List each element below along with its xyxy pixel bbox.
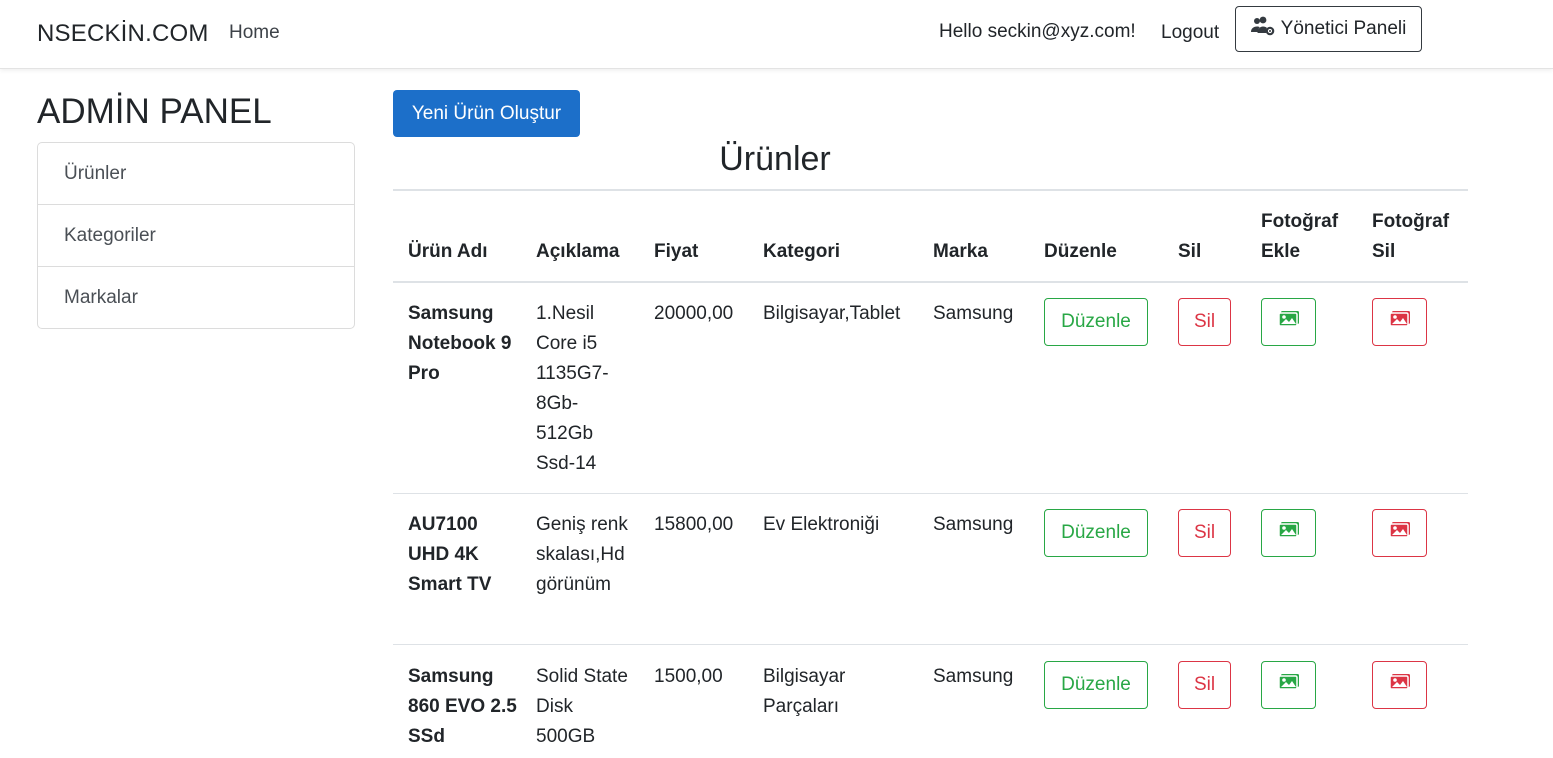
image-icon xyxy=(1277,310,1300,334)
product-name: AU7100 UHD 4K Smart TV xyxy=(408,514,492,595)
column-header-add-photo: Fotoğraf Ekle xyxy=(1261,211,1339,262)
product-price: 20000,00 xyxy=(654,303,734,324)
row-divider xyxy=(393,493,1468,494)
column-header-delete: Sil xyxy=(1178,241,1202,262)
new-product-button[interactable]: Yeni Ürün Oluştur xyxy=(393,90,580,137)
sidebar-item-urunler[interactable]: Ürünler xyxy=(38,143,354,205)
image-icon xyxy=(1388,521,1411,545)
navbar: NSECKİN.COM Home Hello seckin@xyz.com! L… xyxy=(0,0,1553,69)
delete-photo-button[interactable] xyxy=(1372,661,1427,709)
column-header-edit: Düzenle xyxy=(1044,241,1117,262)
product-price: 1500,00 xyxy=(654,666,723,687)
product-description: Geniş renk skalası,Hd görünüm xyxy=(536,514,628,595)
column-header-description: Açıklama xyxy=(536,241,620,262)
product-name: Samsung Notebook 9 Pro xyxy=(408,303,512,384)
users-cog-icon xyxy=(1250,16,1275,42)
column-header-name: Ürün Adı xyxy=(408,241,488,262)
product-price: 15800,00 xyxy=(654,514,734,535)
column-header-brand: Marka xyxy=(933,241,988,262)
product-brand: Samsung xyxy=(933,666,1014,687)
delete-photo-button[interactable] xyxy=(1372,509,1427,557)
brand-link[interactable]: NSECKİN.COM xyxy=(37,20,209,48)
product-category: Bilgisayar Parçaları xyxy=(763,666,846,717)
product-name: Samsung 860 EVO 2.5 SSd xyxy=(408,666,517,747)
edit-button[interactable]: Düzenle xyxy=(1044,509,1148,557)
add-photo-button[interactable] xyxy=(1261,509,1316,557)
row-divider xyxy=(393,644,1468,645)
edit-button[interactable]: Düzenle xyxy=(1044,298,1148,346)
logout-link[interactable]: Logout xyxy=(1161,22,1219,44)
column-header-price: Fiyat xyxy=(654,241,699,262)
product-category: Bilgisayar,Tablet xyxy=(763,303,901,324)
delete-photo-button[interactable] xyxy=(1372,298,1427,346)
delete-button[interactable]: Sil xyxy=(1178,661,1231,709)
product-brand: Samsung xyxy=(933,514,1014,535)
image-icon xyxy=(1277,673,1300,697)
nav-home-link[interactable]: Home xyxy=(229,22,280,44)
column-header-delete-photo: Fotoğraf Sil xyxy=(1372,211,1450,262)
user-greeting[interactable]: Hello seckin@xyz.com! xyxy=(939,21,1136,43)
admin-panel-title: ADMİN PANEL xyxy=(37,92,272,131)
product-description: 1.Nesil Core i5 1135G7-8Gb-512Gb Ssd-14 xyxy=(536,303,609,474)
table-head-divider xyxy=(393,281,1468,283)
edit-button[interactable]: Düzenle xyxy=(1044,661,1148,709)
add-photo-button[interactable] xyxy=(1261,298,1316,346)
image-icon xyxy=(1388,673,1411,697)
add-photo-button[interactable] xyxy=(1261,661,1316,709)
product-category: Ev Elektroniği xyxy=(763,514,880,535)
sidebar-item-markalar[interactable]: Markalar xyxy=(38,267,354,328)
delete-button[interactable]: Sil xyxy=(1178,298,1231,346)
admin-panel-label: Yönetici Paneli xyxy=(1280,18,1407,39)
page-title: Ürünler xyxy=(719,140,831,178)
product-description: Solid State Disk 500GB xyxy=(536,666,628,747)
sidebar-menu: Ürünler Kategoriler Markalar xyxy=(37,142,355,329)
product-brand: Samsung xyxy=(933,303,1014,324)
image-icon xyxy=(1388,310,1411,334)
delete-button[interactable]: Sil xyxy=(1178,509,1231,557)
sidebar-item-kategoriler[interactable]: Kategoriler xyxy=(38,205,354,267)
admin-panel-button[interactable]: Yönetici Paneli xyxy=(1235,6,1422,52)
column-header-category: Kategori xyxy=(763,241,841,262)
heading-divider xyxy=(393,189,1468,191)
image-icon xyxy=(1277,521,1300,545)
